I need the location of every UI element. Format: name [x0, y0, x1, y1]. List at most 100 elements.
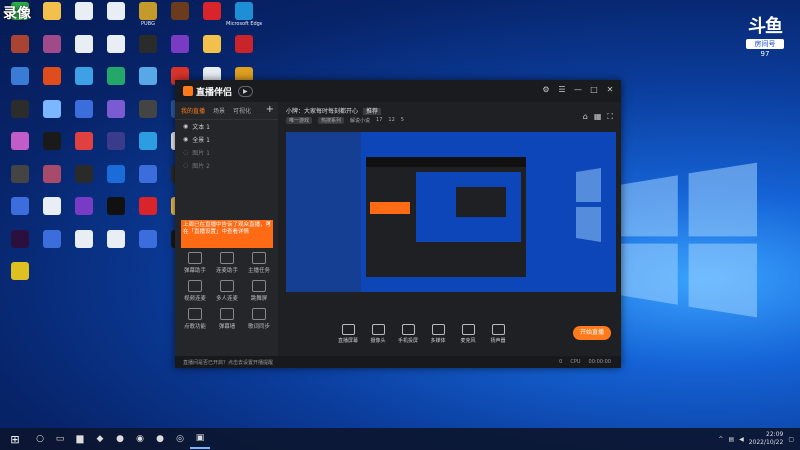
tool-icon — [252, 252, 266, 264]
tool-button[interactable]: 多人连麦 — [211, 280, 243, 302]
app-icon[interactable] — [130, 229, 166, 270]
tool-button[interactable]: 点歌功能 — [179, 308, 211, 330]
speaker-button[interactable]: 扬声器 — [483, 324, 513, 344]
scene-item[interactable]: ◉ 全景 1 — [175, 133, 278, 146]
lock-icon[interactable]: ⌂ — [583, 112, 588, 122]
app-icon-glyph — [107, 99, 125, 118]
app-icon-glyph — [139, 197, 157, 215]
tool-button[interactable]: 歌词同步 — [243, 308, 275, 330]
file-explorer-icon[interactable]: ▆ — [70, 429, 90, 449]
tool-button[interactable]: 主播任务 — [243, 252, 275, 274]
clock[interactable]: 22:09 2022/10/22 — [749, 431, 784, 447]
windows-logo — [613, 162, 757, 318]
status-bar: 直播间是否已开启？点击去设置开播提醒 0 CPU 00:00:00 — [175, 356, 621, 368]
obs-icon-glyph — [139, 34, 157, 53]
tool-icon — [220, 308, 234, 320]
volume-icon[interactable]: ◀ — [739, 436, 744, 443]
app-icon[interactable] — [66, 229, 102, 270]
pubg-icon-glyph — [139, 2, 157, 20]
close-icon[interactable]: ✕ — [266, 221, 271, 228]
app-icon-glyph — [11, 132, 29, 150]
eye-icon[interactable]: ◉ — [183, 123, 188, 130]
close-icon[interactable]: ✕ — [605, 85, 615, 95]
title-tools: ⚙ ☰ — □ ✕ — [541, 85, 615, 95]
doc-icon-glyph — [107, 34, 125, 53]
scene-item[interactable]: ◉ 文本 1 — [175, 120, 278, 133]
app-icon-glyph — [11, 67, 29, 85]
settings-icon[interactable]: ⚙ — [541, 85, 551, 95]
notice-text: 上周已在直播中告诉了观众直播，可在「直播设置」中查看详情 — [183, 222, 272, 235]
maximize-icon[interactable]: □ — [589, 85, 599, 95]
minimize-icon[interactable]: — — [573, 85, 583, 95]
add-scene-button[interactable]: + — [266, 104, 274, 115]
camera-button[interactable]: 摄像头 — [363, 324, 393, 344]
phone-cast-button[interactable]: 手机投屏 — [393, 324, 423, 344]
screen-capture-button[interactable]: 直播屏幕 — [333, 324, 363, 344]
desktop-icon-label: Microsoft Edge — [226, 21, 262, 27]
stream-controls: 直播屏幕 摄像头 手机投屏 多媒体 麦克风 扬声器 开始直播 — [278, 314, 621, 354]
monitor-icon — [341, 324, 355, 335]
preview-tools: ⌂ ▦ ⛶ — [583, 112, 613, 122]
stream-preview[interactable] — [286, 132, 616, 292]
app-icon[interactable]: ◆ — [90, 429, 110, 449]
app-icon-glyph — [107, 229, 125, 248]
premiere-icon-glyph — [11, 229, 29, 248]
app-icon-glyph — [43, 67, 61, 85]
tool-button[interactable]: 弹幕墙 — [211, 308, 243, 330]
camera-icon — [371, 324, 385, 335]
app-icon[interactable] — [34, 229, 70, 270]
tool-button[interactable]: 视频连麦 — [179, 280, 211, 302]
browser-icon[interactable]: ◎ — [170, 429, 190, 449]
layout-icon[interactable]: ▦ — [594, 112, 602, 122]
doc-icon-glyph — [75, 2, 93, 20]
tool-button[interactable]: 跳舞屏 — [243, 280, 275, 302]
wechat-icon[interactable]: ● — [150, 429, 170, 449]
tool-button[interactable]: 连麦助手 — [211, 252, 243, 274]
task-view-icon[interactable]: ▭ — [50, 429, 70, 449]
edge-icon-glyph — [235, 2, 253, 20]
microphone-button[interactable]: 麦克风 — [453, 324, 483, 344]
tool-icon — [220, 252, 234, 264]
search-icon[interactable]: ○ — [30, 429, 50, 449]
chevron-up-icon[interactable]: ^ — [718, 436, 723, 443]
folder-icon-glyph — [43, 2, 61, 20]
live-streaming-app-window: 直播伴侣 ▶ ⚙ ☰ — □ ✕ 我的直播 场景 可视化 + ◉ 文本 1 ◉ 全景… — [175, 80, 621, 368]
tab-my-live[interactable]: 我的直播 — [181, 106, 205, 115]
tool-button[interactable]: 弹幕助手 — [179, 252, 211, 274]
scene-item[interactable]: ◌ 图片 1 — [175, 146, 278, 159]
notification-icon[interactable]: ☰ — [557, 85, 567, 95]
app-icon-glyph — [43, 99, 61, 118]
app-icon[interactable] — [2, 262, 38, 302]
doc-icon-glyph — [107, 2, 125, 20]
notification-icon[interactable]: ▢ — [788, 436, 794, 443]
eye-icon[interactable]: ◉ — [183, 136, 188, 143]
start-live-button[interactable]: 开始直播 — [573, 326, 611, 340]
tab-scene[interactable]: 场景 — [213, 106, 225, 115]
app-icon-glyph — [107, 132, 125, 150]
tool-icon — [220, 280, 234, 292]
app-icon[interactable]: ◉ — [130, 429, 150, 449]
app-icon-glyph — [75, 99, 93, 118]
start-button[interactable]: ⊞ — [0, 433, 30, 446]
app-icon-glyph — [171, 34, 189, 53]
eye-icon[interactable]: ◌ — [183, 149, 188, 156]
fullscreen-icon[interactable]: ⛶ — [607, 112, 613, 122]
app-icon[interactable] — [98, 229, 134, 270]
tab-visual[interactable]: 可视化 — [233, 106, 251, 115]
notice-banner: 上周已在直播中告诉了观众直播，可在「直播设置」中查看详情 ✕ — [181, 220, 273, 248]
eye-icon[interactable]: ◌ — [183, 162, 188, 169]
doc-icon-glyph — [75, 34, 93, 53]
app-icon-glyph — [43, 164, 61, 183]
scene-panel: 我的直播 场景 可视化 + ◉ 文本 1 ◉ 全景 1 ◌ 图片 1 ◌ 图片 2 上周… — [175, 102, 278, 368]
version-pill[interactable]: ▶ — [238, 85, 253, 97]
scene-item[interactable]: ◌ 图片 2 — [175, 159, 278, 172]
status-tip[interactable]: 直播间是否已开启？点击去设置开播提醒 — [183, 359, 273, 366]
network-icon[interactable]: ▤ — [728, 436, 734, 443]
live-app-taskbar-icon[interactable]: ▣ — [190, 429, 210, 449]
recording-label: 录像 — [3, 6, 31, 22]
app-icon[interactable]: ● — [110, 429, 130, 449]
tool-grid: 弹幕助手 连麦助手 主播任务 视频连麦 多人连麦 跳舞屏 点歌功能 弹幕墙 歌词… — [179, 252, 275, 330]
media-button[interactable]: 多媒体 — [423, 324, 453, 344]
app-icon-glyph — [43, 229, 61, 248]
app-icon-glyph — [107, 197, 125, 215]
